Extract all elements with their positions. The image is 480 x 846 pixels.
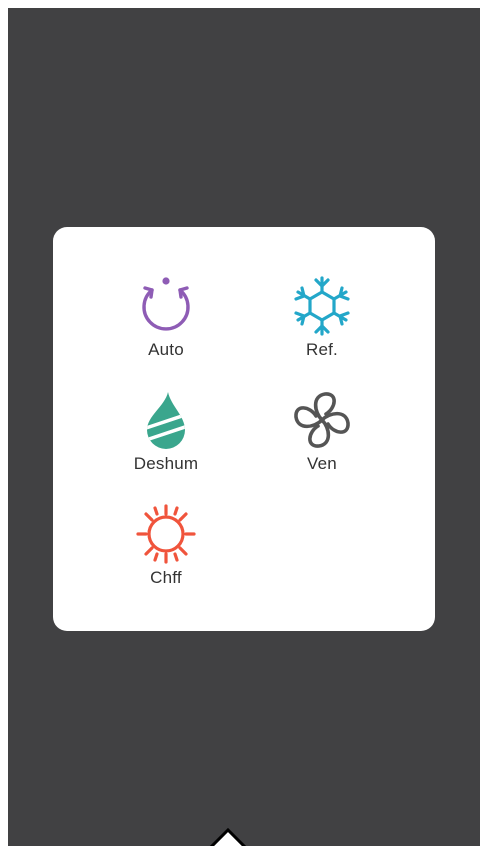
- mode-heat-button[interactable]: Chff: [111, 504, 221, 604]
- mode-heat-label: Chff: [150, 568, 182, 587]
- fan-icon: [294, 392, 350, 448]
- mode-cool-label: Ref.: [306, 340, 338, 359]
- snowflake-icon: [294, 276, 350, 336]
- mode-selection-panel: Auto Ref. Deshum Ven Chff: [53, 227, 435, 631]
- sun-icon: [136, 504, 196, 564]
- mode-dry-button[interactable]: Deshum: [111, 390, 221, 490]
- mode-fan-label: Ven: [307, 454, 337, 473]
- mode-auto-label: Auto: [148, 340, 184, 359]
- chevron-up-icon[interactable]: [198, 818, 258, 846]
- water-drop-icon: [147, 392, 185, 449]
- app-screen: Auto Ref. Deshum Ven Chff: [8, 8, 480, 846]
- mode-fan-button[interactable]: Ven: [267, 390, 377, 490]
- mode-cool-button[interactable]: Ref.: [267, 276, 377, 376]
- mode-dry-label: Deshum: [133, 454, 199, 473]
- auto-cycle-icon: [142, 277, 190, 331]
- mode-auto-button[interactable]: Auto: [111, 276, 221, 376]
